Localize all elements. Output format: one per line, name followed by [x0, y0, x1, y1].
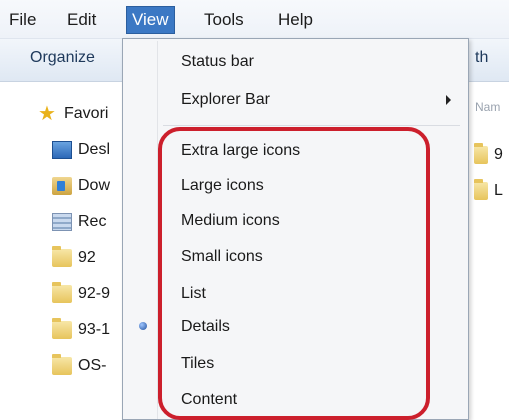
- menu-item-explorer-bar[interactable]: Explorer Bar: [181, 87, 270, 113]
- nav-item-desktop[interactable]: Desl: [52, 138, 110, 162]
- toolbar-right-button[interactable]: th: [475, 49, 488, 67]
- star-icon: ★: [38, 103, 56, 125]
- nav-label: 92-9: [78, 285, 111, 302]
- navigation-pane: ★ Favori Desl Dow Rec 92 92-9 93-1 OS-: [0, 82, 122, 420]
- folder-icon: [52, 318, 72, 339]
- column-header-name[interactable]: Nam: [475, 100, 500, 114]
- nav-label: Desl: [78, 141, 111, 158]
- file-list-item[interactable]: 9: [474, 143, 503, 166]
- menu-tools[interactable]: Tools: [199, 8, 249, 32]
- nav-item-folder[interactable]: 92-9: [52, 282, 110, 306]
- menu-bar: File Edit View Tools Help: [0, 0, 509, 39]
- downloads-icon: [52, 177, 72, 195]
- nav-item-downloads[interactable]: Dow: [52, 174, 110, 198]
- nav-item-folder[interactable]: OS-: [52, 354, 106, 378]
- nav-label: 93-1: [78, 321, 111, 338]
- selected-radio-bullet-icon: [139, 322, 147, 330]
- file-list: Nam 9 L: [470, 82, 509, 420]
- nav-label: 92: [78, 249, 96, 266]
- nav-item-folder[interactable]: 93-1: [52, 318, 110, 342]
- recent-places-icon: [52, 213, 72, 231]
- menu-edit[interactable]: Edit: [62, 8, 101, 32]
- folder-icon: [52, 246, 72, 267]
- folder-icon: [474, 179, 488, 200]
- nav-label: Dow: [78, 177, 111, 194]
- folder-icon: [52, 354, 72, 375]
- nav-label: OS-: [78, 357, 107, 374]
- nav-label: Rec: [78, 213, 107, 230]
- menu-view[interactable]: View: [126, 6, 175, 34]
- menu-help[interactable]: Help: [273, 8, 318, 32]
- file-label: 9: [494, 146, 503, 163]
- nav-item-recent[interactable]: Rec: [52, 210, 106, 234]
- desktop-icon: [52, 141, 72, 159]
- file-list-item[interactable]: L: [474, 179, 503, 202]
- folder-icon: [52, 282, 72, 303]
- organize-button[interactable]: Organize: [30, 49, 95, 67]
- menu-file[interactable]: File: [4, 8, 41, 32]
- menu-separator: [163, 125, 460, 126]
- nav-label: Favori: [64, 105, 109, 122]
- nav-item-folder[interactable]: 92: [52, 246, 96, 270]
- submenu-arrow-icon: [446, 95, 451, 105]
- file-label: L: [494, 182, 503, 199]
- nav-favorites[interactable]: ★ Favori: [38, 102, 108, 126]
- highlight-annotation-ring: [158, 127, 430, 420]
- menu-item-status-bar[interactable]: Status bar: [181, 49, 254, 75]
- folder-icon: [474, 143, 488, 164]
